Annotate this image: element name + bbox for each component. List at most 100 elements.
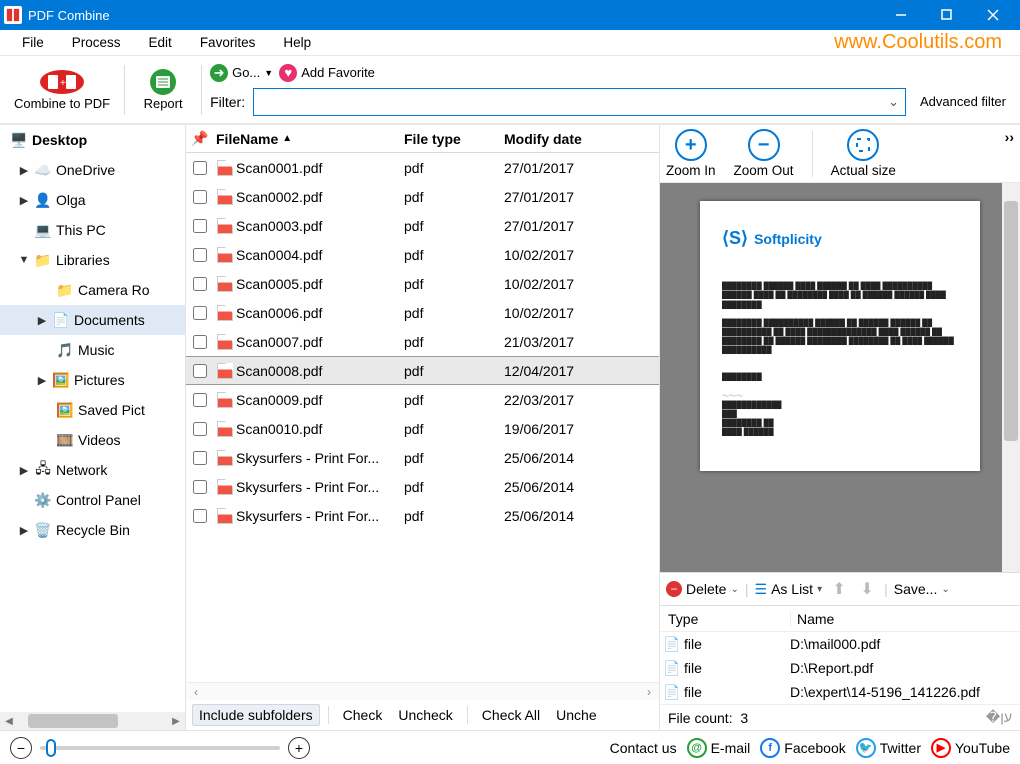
menu-help[interactable]: Help — [269, 31, 325, 54]
tree-music[interactable]: 🎵Music — [0, 335, 185, 365]
zoom-in-button[interactable]: +Zoom In — [666, 129, 716, 178]
tree-libraries[interactable]: ▼📁Libraries — [0, 245, 185, 275]
preview-area[interactable]: ⟨S⟩Softplicity ████████ ██████ ████ ████… — [660, 183, 1020, 572]
qcol-name[interactable]: Name — [790, 611, 1020, 627]
control-panel-icon: ⚙️ — [34, 492, 52, 509]
caret-right-icon: ▶ — [36, 374, 48, 387]
file-action-bar: Include subfolders Check Uncheck Check A… — [186, 700, 659, 730]
file-checkbox[interactable] — [193, 509, 207, 523]
menu-edit[interactable]: Edit — [135, 31, 186, 54]
tree-saved-pictures[interactable]: 🖼️Saved Pict — [0, 395, 185, 425]
tree-documents[interactable]: ▶📄Documents — [0, 305, 185, 335]
tree-desktop[interactable]: 🖥️Desktop — [0, 125, 185, 155]
zoom-minus-button[interactable]: − — [10, 737, 32, 759]
file-checkbox[interactable] — [193, 364, 207, 378]
combine-to-pdf-button[interactable]: + Combine to PDF — [8, 66, 116, 113]
file-row[interactable]: Scan0010.pdf pdf 19/06/2017 — [186, 414, 659, 443]
include-subfolders-toggle[interactable]: Include subfolders — [192, 704, 320, 726]
report-button[interactable]: Report — [133, 66, 193, 113]
caret-right-icon: ▶ — [18, 194, 30, 207]
tree-pictures[interactable]: ▶🖼️Pictures — [0, 365, 185, 395]
tree-scrollbar[interactable]: ◀▶ — [0, 712, 185, 730]
tree-thispc[interactable]: 💻This PC — [0, 215, 185, 245]
file-scrollbar[interactable]: ‹› — [186, 682, 659, 700]
email-link[interactable]: @E-mail — [687, 738, 751, 758]
col-type[interactable]: File type — [404, 131, 504, 147]
file-checkbox[interactable] — [193, 393, 207, 407]
close-button[interactable] — [970, 0, 1016, 30]
file-checkbox[interactable] — [193, 306, 207, 320]
file-row[interactable]: Scan0008.pdf pdf 12/04/2017 — [186, 356, 659, 385]
zoom-slider[interactable] — [40, 746, 280, 750]
file-row[interactable]: Scan0003.pdf pdf 27/01/2017 — [186, 211, 659, 240]
file-checkbox[interactable] — [193, 451, 207, 465]
save-queue-button[interactable]: Save...⌄ — [894, 581, 950, 597]
youtube-link[interactable]: ▶YouTube — [931, 738, 1010, 758]
file-checkbox[interactable] — [193, 219, 207, 233]
tree-controlpanel[interactable]: ⚙️Control Panel — [0, 485, 185, 515]
file-count: File count: 3 �ען — [660, 704, 1020, 730]
move-down-button[interactable]: ⬇ — [856, 578, 878, 600]
zoom-out-button[interactable]: −Zoom Out — [734, 129, 794, 178]
actual-size-button[interactable]: Actual size — [831, 129, 896, 178]
file-row[interactable]: Scan0002.pdf pdf 27/01/2017 — [186, 182, 659, 211]
col-date[interactable]: Modify date — [504, 131, 659, 147]
file-checkbox[interactable] — [193, 190, 207, 204]
twitter-link[interactable]: 🐦Twitter — [856, 738, 921, 758]
file-row[interactable]: Skysurfers - Print For... pdf 25/06/2014 — [186, 443, 659, 472]
maximize-button[interactable] — [924, 0, 970, 30]
brand-link[interactable]: www.Coolutils.com — [834, 31, 1002, 54]
menu-file[interactable]: File — [8, 31, 58, 54]
file-type: pdf — [404, 421, 504, 437]
menu-favorites[interactable]: Favorites — [186, 31, 270, 54]
uncheck-button[interactable]: Uncheck — [392, 705, 458, 725]
tree-cameraroll[interactable]: 📁Camera Ro — [0, 275, 185, 305]
file-checkbox[interactable] — [193, 277, 207, 291]
col-name[interactable]: FileName▲ — [214, 131, 404, 147]
queue-row[interactable]: 📄 file D:\expert\14-5196_141226.pdf — [660, 680, 1020, 704]
pdf-icon — [214, 189, 236, 205]
tree-onedrive[interactable]: ▶☁️OneDrive — [0, 155, 185, 185]
tree-videos[interactable]: 🎞️Videos — [0, 425, 185, 455]
tree-recyclebin[interactable]: ▶🗑️Recycle Bin — [0, 515, 185, 545]
minimize-button[interactable] — [878, 0, 924, 30]
facebook-link[interactable]: fFacebook — [760, 738, 845, 758]
file-checkbox[interactable] — [193, 248, 207, 262]
file-checkbox[interactable] — [193, 422, 207, 436]
tree-network[interactable]: ▶🖧Network — [0, 455, 185, 485]
delete-button[interactable]: −Delete⌄ — [666, 581, 739, 597]
file-checkbox[interactable] — [193, 480, 207, 494]
file-row[interactable]: Skysurfers - Print For... pdf 25/06/2014 — [186, 501, 659, 530]
delete-icon: − — [666, 581, 682, 597]
file-row[interactable]: Scan0001.pdf pdf 27/01/2017 — [186, 153, 659, 182]
tree-user[interactable]: ▶👤Olga — [0, 185, 185, 215]
menu-process[interactable]: Process — [58, 31, 135, 54]
file-type: pdf — [404, 363, 504, 379]
file-date: 27/01/2017 — [504, 189, 659, 205]
advanced-filter-link[interactable]: Advanced filter — [914, 94, 1012, 109]
file-row[interactable]: Scan0006.pdf pdf 10/02/2017 — [186, 298, 659, 327]
file-row[interactable]: Skysurfers - Print For... pdf 25/06/2014 — [186, 472, 659, 501]
filter-input[interactable]: ⌄ — [253, 88, 906, 116]
more-tools-button[interactable]: ›› — [1005, 129, 1014, 145]
check-all-button[interactable]: Check All — [476, 705, 546, 725]
file-row[interactable]: Scan0007.pdf pdf 21/03/2017 — [186, 327, 659, 356]
queue-row[interactable]: 📄 file D:\Report.pdf — [660, 656, 1020, 680]
desktop-icon: 🖥️ — [10, 132, 28, 149]
uncheck-all-button[interactable]: Unche — [550, 705, 602, 725]
as-list-button[interactable]: ☰As List▾ — [755, 581, 823, 598]
add-favorite-button[interactable]: ♥ Add Favorite — [279, 64, 375, 82]
file-row[interactable]: Scan0005.pdf pdf 10/02/2017 — [186, 269, 659, 298]
file-checkbox[interactable] — [193, 161, 207, 175]
move-up-button[interactable]: ⬆ — [828, 578, 850, 600]
go-button[interactable]: ➜ Go... ▼ — [210, 64, 273, 82]
zoom-plus-button[interactable]: + — [288, 737, 310, 759]
queue-row[interactable]: 📄 file D:\mail000.pdf — [660, 632, 1020, 656]
preview-scrollbar[interactable] — [1002, 183, 1020, 572]
file-row[interactable]: Scan0009.pdf pdf 22/03/2017 — [186, 385, 659, 414]
resize-grip-icon[interactable]: �ען — [986, 709, 1012, 726]
check-button[interactable]: Check — [337, 705, 389, 725]
qcol-type[interactable]: Type — [660, 611, 790, 627]
file-row[interactable]: Scan0004.pdf pdf 10/02/2017 — [186, 240, 659, 269]
file-checkbox[interactable] — [193, 335, 207, 349]
